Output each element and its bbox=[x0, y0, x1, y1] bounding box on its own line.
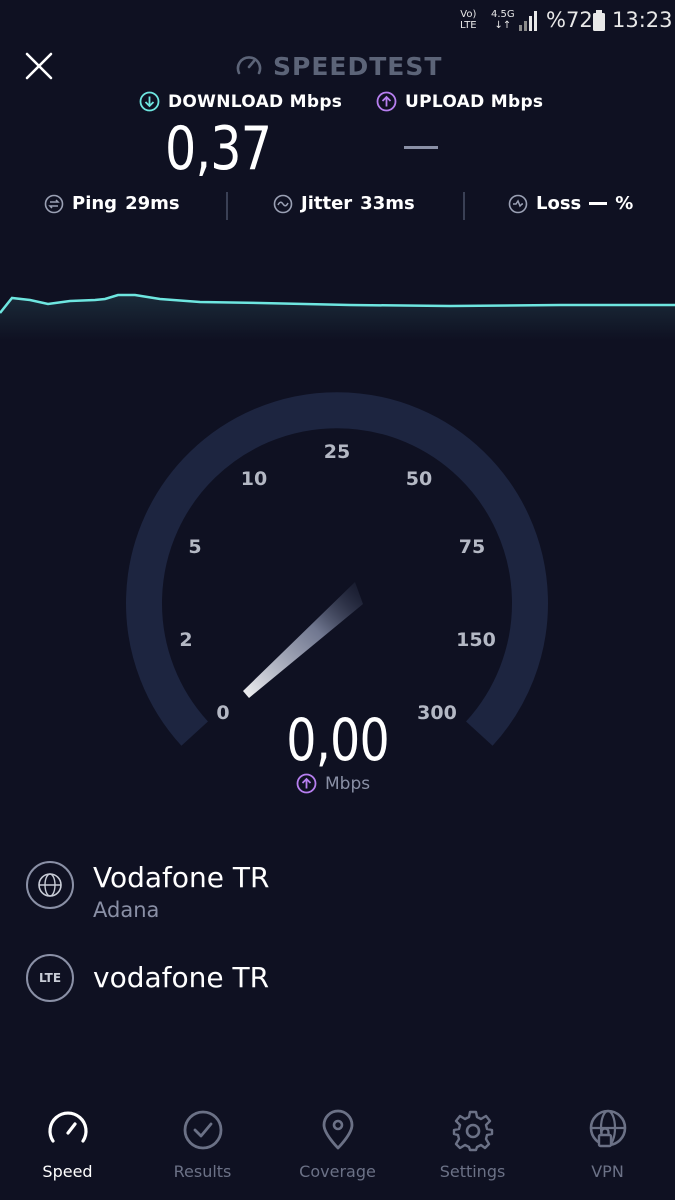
nav-coverage[interactable]: Coverage bbox=[270, 1108, 405, 1181]
globe-lock-icon bbox=[589, 1109, 626, 1148]
ping-value: 29ms bbox=[125, 193, 180, 214]
isp-location: Adana bbox=[93, 898, 160, 922]
gauge-value: 0,00 bbox=[0, 706, 675, 774]
nav-label: Results bbox=[173, 1162, 232, 1181]
nav-label: Settings bbox=[439, 1162, 506, 1181]
download-label: DOWNLOAD Mbps bbox=[168, 91, 343, 112]
gauge-tick: 150 bbox=[456, 629, 496, 651]
gauge-unit-label: Mbps bbox=[325, 773, 371, 794]
carrier-name: vodafone TR bbox=[93, 961, 270, 994]
app-title-text: SPEEDTEST bbox=[273, 51, 443, 81]
upload-icon bbox=[296, 773, 317, 794]
loss-icon bbox=[508, 194, 528, 213]
gauge-unit: Mbps bbox=[296, 773, 370, 794]
volte-top: Vo) bbox=[460, 9, 477, 20]
speed-graph bbox=[0, 293, 675, 340]
status-bar: Vo) LTE 4.5G ↓↑ %72 13:23 bbox=[0, 0, 675, 44]
nav-label: Speed bbox=[42, 1162, 93, 1181]
upload-icon bbox=[376, 91, 397, 112]
clock: 13:23 bbox=[612, 8, 673, 32]
ping-icon bbox=[44, 194, 64, 213]
gear-icon bbox=[452, 1110, 493, 1152]
jitter-stat: Jitter 33ms bbox=[273, 193, 415, 214]
signal-icon bbox=[519, 11, 537, 31]
upload-header: UPLOAD Mbps bbox=[376, 91, 543, 112]
download-icon bbox=[139, 91, 160, 112]
upload-value-placeholder bbox=[404, 146, 438, 149]
loss-label: Loss bbox=[536, 193, 582, 214]
speedometer-icon bbox=[236, 56, 262, 75]
stat-divider bbox=[463, 192, 465, 220]
gauge-tick: 10 bbox=[240, 468, 268, 490]
loss-value-placeholder bbox=[589, 202, 608, 205]
bottom-nav: Speed Results Coverage Settings VPN bbox=[0, 1108, 675, 1200]
gauge-tick: 50 bbox=[405, 468, 433, 490]
upload-label: UPLOAD Mbps bbox=[405, 91, 544, 112]
network-indicator: 4.5G ↓↑ bbox=[491, 9, 515, 31]
download-header: DOWNLOAD Mbps bbox=[139, 91, 342, 112]
nav-vpn[interactable]: VPN bbox=[540, 1108, 675, 1181]
gauge-tick: 2 bbox=[179, 629, 193, 651]
nav-results[interactable]: Results bbox=[135, 1108, 270, 1181]
connection-type: LTE bbox=[38, 971, 62, 985]
ping-stat: Ping 29ms bbox=[44, 193, 180, 214]
nav-settings[interactable]: Settings bbox=[405, 1108, 540, 1181]
gauge-needle bbox=[243, 582, 363, 698]
ping-label: Ping bbox=[72, 193, 118, 214]
lte-icon: LTE bbox=[26, 954, 74, 1002]
volte-indicator: Vo) LTE bbox=[460, 9, 477, 31]
app-title: SPEEDTEST bbox=[235, 50, 442, 82]
gauge-tick: 5 bbox=[188, 536, 202, 558]
close-icon bbox=[25, 52, 53, 80]
globe-icon bbox=[26, 861, 74, 909]
data-activity: ↓↑ bbox=[494, 20, 512, 31]
gauge-tick: 75 bbox=[458, 536, 486, 558]
nav-label: VPN bbox=[591, 1162, 624, 1181]
volte-bottom: LTE bbox=[460, 20, 477, 31]
nav-label: Coverage bbox=[299, 1162, 376, 1181]
network-type: 4.5G bbox=[491, 9, 515, 20]
location-pin-icon bbox=[322, 1109, 353, 1150]
loss-unit: % bbox=[615, 193, 634, 214]
gauge-value-text: 0,00 bbox=[286, 706, 389, 774]
jitter-icon bbox=[273, 194, 293, 213]
gauge-tick: 25 bbox=[323, 441, 351, 463]
battery-icon bbox=[593, 10, 605, 31]
nav-speed[interactable]: Speed bbox=[0, 1108, 135, 1181]
jitter-value: 33ms bbox=[360, 193, 415, 214]
jitter-label: Jitter bbox=[301, 193, 353, 214]
loss-stat: Loss % bbox=[508, 193, 633, 214]
close-button[interactable] bbox=[22, 49, 56, 83]
download-value: 0,37 bbox=[165, 114, 272, 184]
stat-divider bbox=[226, 192, 228, 220]
check-circle-icon bbox=[183, 1110, 222, 1150]
speedometer-icon bbox=[47, 1111, 88, 1143]
battery-percent: %72 bbox=[546, 8, 593, 32]
carrier-row[interactable]: LTE bbox=[26, 954, 74, 1002]
isp-name: Vodafone TR bbox=[93, 861, 270, 894]
isp-row[interactable] bbox=[26, 861, 74, 909]
speed-graph-area bbox=[0, 295, 675, 340]
